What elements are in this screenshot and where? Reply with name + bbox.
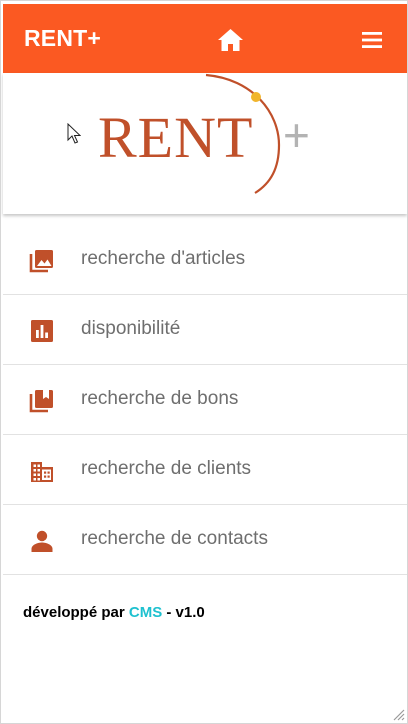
menu-item-contacts[interactable]: recherche de contacts bbox=[3, 505, 407, 575]
rent-plus-logo: RENT + bbox=[98, 73, 310, 194]
person-icon bbox=[31, 530, 53, 552]
footer-version: - v1.0 bbox=[162, 604, 205, 621]
menu-item-label: recherche de contacts bbox=[81, 528, 268, 549]
menu-item-clients[interactable]: recherche de clients bbox=[3, 435, 407, 505]
app-window: RENT+ RENT + recherche d'articles dispon… bbox=[0, 0, 408, 724]
logo-dot bbox=[251, 92, 261, 102]
logo-card: RENT + bbox=[3, 73, 407, 214]
menu-item-bons[interactable]: recherche de bons bbox=[3, 365, 407, 435]
menu-item-articles[interactable]: recherche d'articles bbox=[3, 225, 407, 295]
logo-word: RENT bbox=[98, 105, 253, 170]
building-icon bbox=[31, 462, 53, 482]
logo-plus: + bbox=[283, 109, 310, 161]
footer-company-link[interactable]: CMS bbox=[129, 604, 162, 621]
mouse-pointer-icon bbox=[67, 123, 81, 144]
bar-chart-icon bbox=[31, 320, 53, 342]
home-icon[interactable] bbox=[217, 28, 244, 52]
footer-prefix: développé par bbox=[23, 604, 129, 621]
menu-item-label: disponibilité bbox=[81, 318, 181, 339]
menu-item-label: recherche de clients bbox=[81, 458, 252, 479]
bookmark-stack-icon bbox=[29, 390, 53, 413]
footer-credits: développé par CMS - v1.0 bbox=[23, 604, 205, 621]
main-menu: recherche d'articles disponibilité reche… bbox=[3, 225, 407, 575]
image-icon bbox=[29, 250, 53, 273]
menu-item-label: recherche d'articles bbox=[81, 248, 246, 269]
brand-title[interactable]: RENT+ bbox=[24, 25, 101, 52]
resize-grip-icon[interactable] bbox=[391, 707, 405, 721]
menu-item-label: recherche de bons bbox=[81, 388, 239, 409]
hamburger-menu-icon[interactable] bbox=[361, 30, 383, 50]
menu-item-disponibilite[interactable]: disponibilité bbox=[3, 295, 407, 365]
top-app-bar: RENT+ bbox=[3, 4, 407, 73]
